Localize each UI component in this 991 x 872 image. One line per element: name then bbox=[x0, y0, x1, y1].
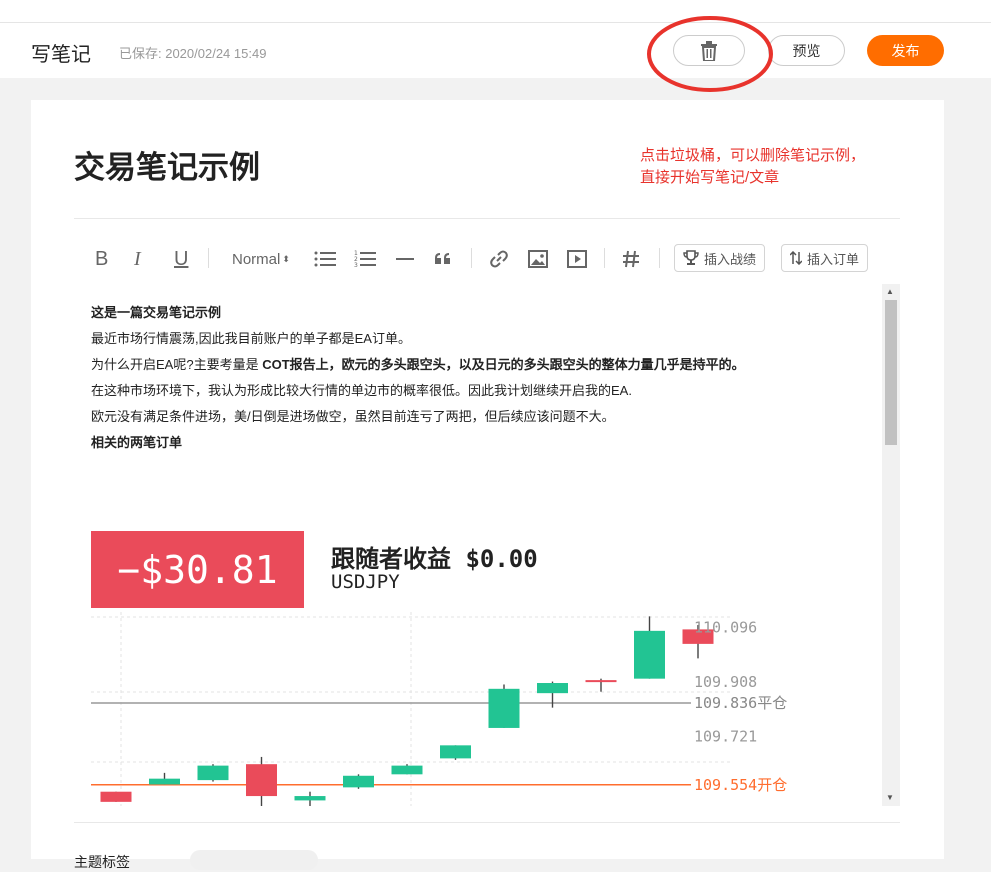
link-button[interactable] bbox=[489, 247, 509, 271]
insert-order-button[interactable]: 插入订单 bbox=[781, 244, 869, 272]
image-icon bbox=[528, 250, 548, 268]
page-title: 写笔记 bbox=[31, 44, 91, 66]
paragraph: 最近市场行情震荡,因此我目前账户的单子都是EA订单。 bbox=[91, 331, 411, 346]
pnl-badge: −$30.81 bbox=[91, 531, 304, 608]
paragraph: 这是一篇交易笔记示例 bbox=[91, 305, 222, 320]
candle-body bbox=[100, 791, 132, 802]
toolbar-separator bbox=[208, 248, 209, 268]
insert-record-label: 插入战绩 bbox=[704, 251, 757, 267]
insert-order-label: 插入订单 bbox=[807, 251, 860, 267]
note-title[interactable]: 交易笔记示例 bbox=[74, 142, 260, 187]
bullet-list-icon bbox=[314, 251, 336, 267]
paragraph-bold-text: COT报告上，欧元的多头跟空头，以及日元的多头跟空头的整体力量几乎是持平的。 bbox=[262, 357, 745, 372]
toolbar-separator bbox=[659, 248, 660, 268]
candlestick-chart: 110.096 109.908 109.836平仓 109.721 109.554开仓 bbox=[91, 612, 787, 806]
publish-button[interactable]: 发布 bbox=[867, 35, 944, 66]
video-button[interactable] bbox=[567, 247, 587, 271]
quote-icon bbox=[435, 253, 450, 264]
editor-content[interactable]: 这是一篇交易笔记示例 最近市场行情震荡,因此我目前账户的单子都是EA订单。 为什… bbox=[74, 284, 900, 806]
horizontal-rule-button[interactable] bbox=[396, 247, 414, 271]
paragraph: 相关的两笔订单 bbox=[91, 435, 183, 450]
updown-icon: ⬍ bbox=[282, 253, 290, 264]
price-label: 109.721 bbox=[694, 727, 757, 745]
swap-vertical-icon bbox=[790, 251, 802, 265]
delete-hint-annotation: 点击垃圾桶，可以删除笔记示例， 直接开始写笔记/文章 bbox=[640, 145, 865, 189]
italic-button[interactable]: I bbox=[134, 247, 141, 271]
price-label: 109.836平仓 bbox=[694, 694, 787, 712]
candle-body bbox=[149, 778, 180, 785]
ordered-list-button[interactable]: 123 bbox=[354, 247, 376, 271]
scroll-down-icon[interactable]: ▼ bbox=[886, 793, 894, 802]
trade-symbol: USDJPY bbox=[331, 571, 400, 593]
candle-body bbox=[537, 683, 568, 694]
link-icon bbox=[490, 250, 508, 268]
insert-record-button[interactable]: 插入战绩 bbox=[674, 244, 766, 272]
trophy-icon bbox=[683, 250, 699, 265]
price-label: 109.554开仓 bbox=[694, 776, 787, 794]
bold-button[interactable]: B bbox=[95, 247, 108, 271]
blockquote-button[interactable] bbox=[434, 247, 452, 271]
preview-button[interactable]: 预览 bbox=[768, 35, 845, 66]
price-label: 109.908 bbox=[694, 673, 757, 691]
candle-body bbox=[634, 630, 665, 679]
hashtag-icon bbox=[623, 250, 639, 268]
image-button[interactable] bbox=[528, 247, 548, 271]
topic-label: 主题标签 bbox=[74, 854, 130, 870]
candle-body bbox=[488, 688, 520, 728]
heading-select-value: Normal bbox=[232, 250, 281, 268]
candle-body bbox=[197, 765, 229, 781]
price-label: 110.096 bbox=[694, 619, 757, 637]
note-card: 交易笔记示例 点击垃圾桶，可以删除笔记示例， 直接开始写笔记/文章 B I U … bbox=[31, 100, 944, 859]
heading-select[interactable]: Normal ⬍ bbox=[232, 247, 290, 271]
candle-body bbox=[391, 765, 423, 775]
top-strip bbox=[0, 0, 991, 23]
title-divider bbox=[74, 218, 900, 219]
paragraph: 在这种市场环境下，我认为形成比较大行情的单边市的概率很低。因此我计划继续开启我的… bbox=[91, 383, 632, 398]
horizontal-rule-icon bbox=[396, 258, 414, 260]
bullet-list-button[interactable] bbox=[314, 247, 336, 271]
editor-toolbar: B I U Normal ⬍ 123 插入战绩 插入订单 bbox=[74, 240, 900, 278]
paragraph: 欧元没有满足条件进场，美/日倒是进场做空，虽然目前连亏了两把，但后续应该问题不大… bbox=[91, 409, 615, 424]
underline-button[interactable]: U bbox=[174, 247, 188, 271]
candle-body bbox=[294, 796, 326, 801]
editor-scrollbar[interactable]: ▲ ▼ bbox=[882, 284, 900, 806]
scrollbar-thumb[interactable] bbox=[885, 300, 897, 445]
annotation-line-1: 点击垃圾桶，可以删除笔记示例， bbox=[640, 147, 866, 164]
hashtag-button[interactable] bbox=[622, 247, 640, 271]
candle-body bbox=[343, 775, 374, 788]
candle-body bbox=[440, 745, 471, 759]
topic-input[interactable] bbox=[190, 850, 318, 870]
ordered-list-icon: 123 bbox=[354, 250, 376, 268]
annotation-line-2: 直接开始写笔记/文章 bbox=[640, 169, 780, 186]
video-icon bbox=[567, 250, 587, 268]
editor-header: 写笔记 已保存: 2020/02/24 15:49 预览 发布 bbox=[0, 23, 991, 78]
paragraph: 为什么开启EA呢?主要考量是 COT报告上，欧元的多头跟空头，以及日元的多头跟空… bbox=[91, 354, 745, 373]
svg-text:3: 3 bbox=[354, 262, 358, 268]
candle-body bbox=[585, 680, 617, 683]
toolbar-separator bbox=[604, 248, 605, 268]
highlight-circle bbox=[647, 16, 773, 92]
content-divider bbox=[74, 822, 900, 823]
saved-status: 已保存: 2020/02/24 15:49 bbox=[119, 46, 267, 61]
candle-body bbox=[246, 764, 277, 797]
paragraph-text: 为什么开启EA呢?主要考量是 bbox=[91, 357, 263, 372]
follower-profit: 跟随者收益 $0.00 bbox=[331, 545, 538, 573]
toolbar-separator bbox=[471, 248, 472, 268]
scroll-up-icon[interactable]: ▲ bbox=[886, 287, 894, 296]
